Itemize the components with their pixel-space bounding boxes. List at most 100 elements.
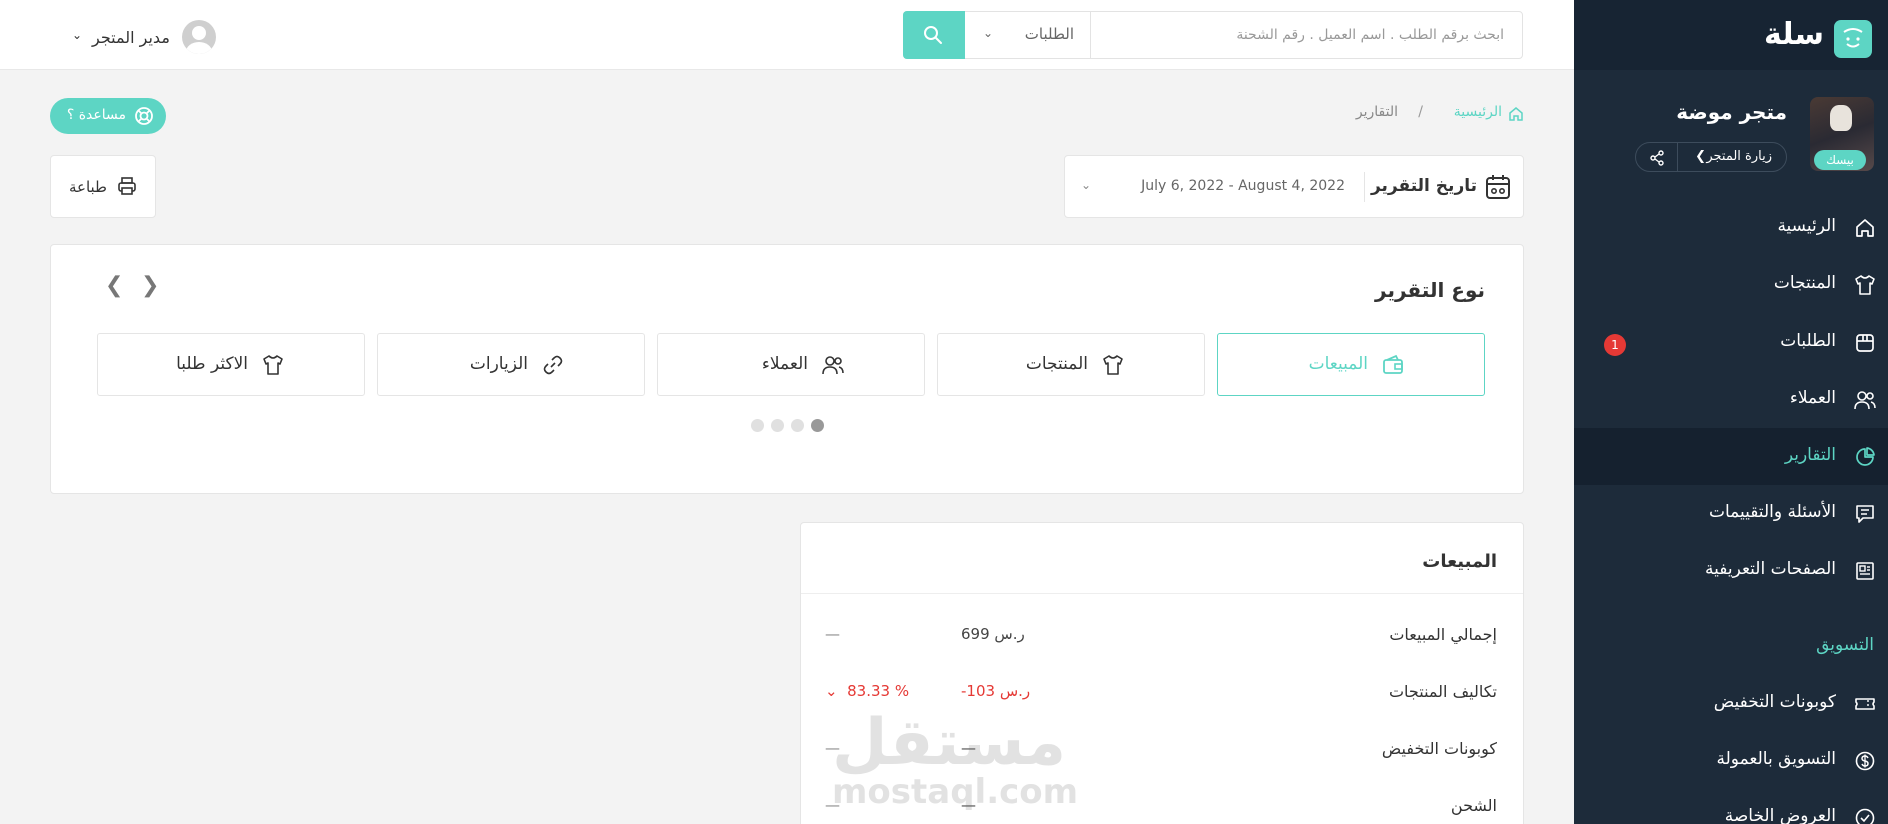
- sales-row-change: —: [825, 625, 840, 643]
- date-range-value[interactable]: July 6, 2022 - August 4, 2022: [1141, 178, 1345, 194]
- printer-icon: [118, 177, 136, 195]
- brand-logo-text[interactable]: سلة: [1764, 17, 1824, 52]
- sales-row-label: كوبونات التخفيض: [1381, 739, 1497, 758]
- search-bar: الطلبات ⌄: [903, 11, 1523, 59]
- box-icon: [1856, 334, 1874, 352]
- report-type-visits[interactable]: الزيارات: [377, 333, 645, 396]
- user-avatar[interactable]: [182, 20, 216, 54]
- report-type-label: المبيعات: [1308, 354, 1368, 374]
- chevron-down-icon: ⌄: [825, 682, 838, 700]
- sidebar-item-label: المنتجات: [1773, 273, 1836, 293]
- offer-badge-icon: [1855, 808, 1875, 824]
- report-date-filter[interactable]: تاريخ التقرير July 6, 2022 - August 4, 2…: [1064, 155, 1524, 218]
- breadcrumb-home-link[interactable]: الرئيسية: [1454, 104, 1502, 120]
- breadcrumb-separator: /: [1418, 104, 1423, 120]
- store-name: متجر موضة: [1676, 100, 1787, 124]
- search-icon: [924, 26, 942, 44]
- sales-row-label: الشحن: [1450, 796, 1497, 815]
- chevron-left-icon[interactable]: ❮: [105, 273, 123, 298]
- sidebar-item-affiliate[interactable]: التسويق بالعمولة: [1574, 732, 1888, 789]
- chevron-down-icon: ⌄: [983, 26, 994, 40]
- sidebar-brand: سلة: [1574, 0, 1888, 70]
- lifebuoy-icon: [135, 107, 153, 125]
- sidebar-item-label: التسويق بالعمولة: [1716, 749, 1837, 769]
- report-type-sales[interactable]: المبيعات: [1217, 333, 1485, 396]
- report-type-label: المنتجات: [1025, 354, 1088, 374]
- search-input[interactable]: [1092, 12, 1522, 58]
- users-icon: [1854, 391, 1876, 410]
- report-type-title: نوع التقرير: [1375, 278, 1485, 302]
- sidebar-item-special-offers[interactable]: العروض الخاصة: [1574, 789, 1888, 824]
- shirt-icon: [263, 355, 283, 375]
- carousel-dot[interactable]: [771, 419, 784, 432]
- chevron-right-icon[interactable]: ❯: [141, 273, 159, 298]
- share-store-button[interactable]: [1636, 143, 1678, 171]
- sidebar-item-label: العملاء: [1789, 388, 1836, 408]
- orders-count-badge: 1: [1604, 334, 1626, 356]
- search-button[interactable]: [903, 11, 965, 59]
- users-icon: [822, 356, 844, 375]
- bag-smile-icon: [1843, 28, 1863, 48]
- report-type-label: الاكثر طلبا: [176, 354, 248, 374]
- sidebar-item-pages[interactable]: الصفحات التعريفية: [1574, 542, 1888, 599]
- salla-logo-icon[interactable]: [1834, 20, 1872, 58]
- sales-card-title: المبيعات: [1422, 551, 1497, 572]
- print-button[interactable]: طباعة: [50, 155, 156, 218]
- visit-store-button[interactable]: زيارة المتجر ❮: [1635, 142, 1787, 172]
- top-bar: مدير المتجر ⌄ الطلبات ⌄: [0, 0, 1574, 70]
- search-scope-label: الطلبات: [1024, 25, 1074, 43]
- user-name[interactable]: مدير المتجر: [92, 28, 170, 47]
- sales-row-change-value: 83.33 %: [847, 682, 910, 700]
- share-icon: [1650, 150, 1664, 166]
- sidebar-item-coupons[interactable]: كوبونات التخفيض: [1574, 675, 1888, 732]
- sales-row-value: -103 ر.س: [961, 682, 1031, 700]
- sidebar: سلة بيسك متجر موضة زيارة المتجر ❮ الرئيس…: [1574, 0, 1888, 824]
- carousel-dot[interactable]: [751, 419, 764, 432]
- sidebar-item-customers[interactable]: العملاء: [1574, 371, 1888, 428]
- carousel-dot[interactable]: [791, 419, 804, 432]
- sales-row: إجمالي المبيعات 699 ر.س —: [801, 615, 1523, 655]
- date-filter-title: تاريخ التقرير: [1370, 176, 1477, 196]
- home-icon: [1856, 219, 1874, 237]
- chevron-down-icon[interactable]: ⌄: [1081, 178, 1091, 192]
- pie-chart-icon: [1856, 447, 1875, 466]
- sidebar-item-products[interactable]: المنتجات: [1574, 256, 1888, 313]
- home-icon: [1509, 107, 1523, 121]
- sidebar-item-reports[interactable]: التقارير: [1574, 428, 1888, 485]
- report-type-card: نوع التقرير ❮ ❯ المبيعات المنتجات العملا…: [50, 244, 1524, 494]
- watermark-arabic: مستقل: [832, 706, 1067, 780]
- sales-row-label: تكاليف المنتجات: [1388, 682, 1497, 701]
- sales-row-change: ⌄ 83.33 %: [825, 682, 909, 700]
- carousel-dots: [751, 419, 841, 433]
- report-type-customers[interactable]: العملاء: [657, 333, 925, 396]
- report-type-label: الزيارات: [469, 354, 528, 374]
- ticket-icon: [1855, 698, 1875, 710]
- shirt-icon: [1855, 275, 1875, 295]
- help-button[interactable]: مساعدة ؟: [50, 98, 166, 134]
- report-type-label: العملاء: [761, 354, 808, 374]
- print-button-label: طباعة: [68, 178, 107, 196]
- sidebar-section-marketing: التسويق: [1816, 635, 1874, 655]
- divider: [1364, 172, 1365, 202]
- help-button-label: مساعدة ؟: [66, 107, 126, 123]
- calendar-icon: [1486, 175, 1510, 199]
- chevron-down-icon[interactable]: ⌄: [72, 28, 82, 42]
- search-scope-select[interactable]: الطلبات ⌄: [965, 12, 1091, 58]
- watermark-latin: mostaql.com: [832, 772, 1079, 812]
- report-type-products[interactable]: المنتجات: [937, 333, 1205, 396]
- sidebar-item-label: التقارير: [1784, 445, 1836, 465]
- chevron-left-icon: ❮: [1695, 149, 1706, 164]
- sidebar-item-label: الأسئلة والتقييمات: [1708, 502, 1836, 522]
- breadcrumb-current: التقارير: [1355, 104, 1398, 120]
- carousel-dot-active[interactable]: [811, 419, 824, 432]
- sidebar-item-orders[interactable]: الطلبات 1: [1574, 314, 1888, 371]
- report-type-most-ordered[interactable]: الاكثر طلبا: [97, 333, 365, 396]
- sales-row-label: إجمالي المبيعات: [1389, 625, 1497, 644]
- plan-badge: بيسك: [1814, 150, 1866, 170]
- sidebar-item-reviews[interactable]: الأسئلة والتقييمات: [1574, 485, 1888, 542]
- divider: [801, 593, 1523, 594]
- sidebar-item-home[interactable]: الرئيسية: [1574, 199, 1888, 256]
- sidebar-item-label: كوبونات التخفيض: [1713, 692, 1836, 712]
- newspaper-icon: [1856, 562, 1874, 580]
- dollar-circle-icon: [1855, 751, 1875, 771]
